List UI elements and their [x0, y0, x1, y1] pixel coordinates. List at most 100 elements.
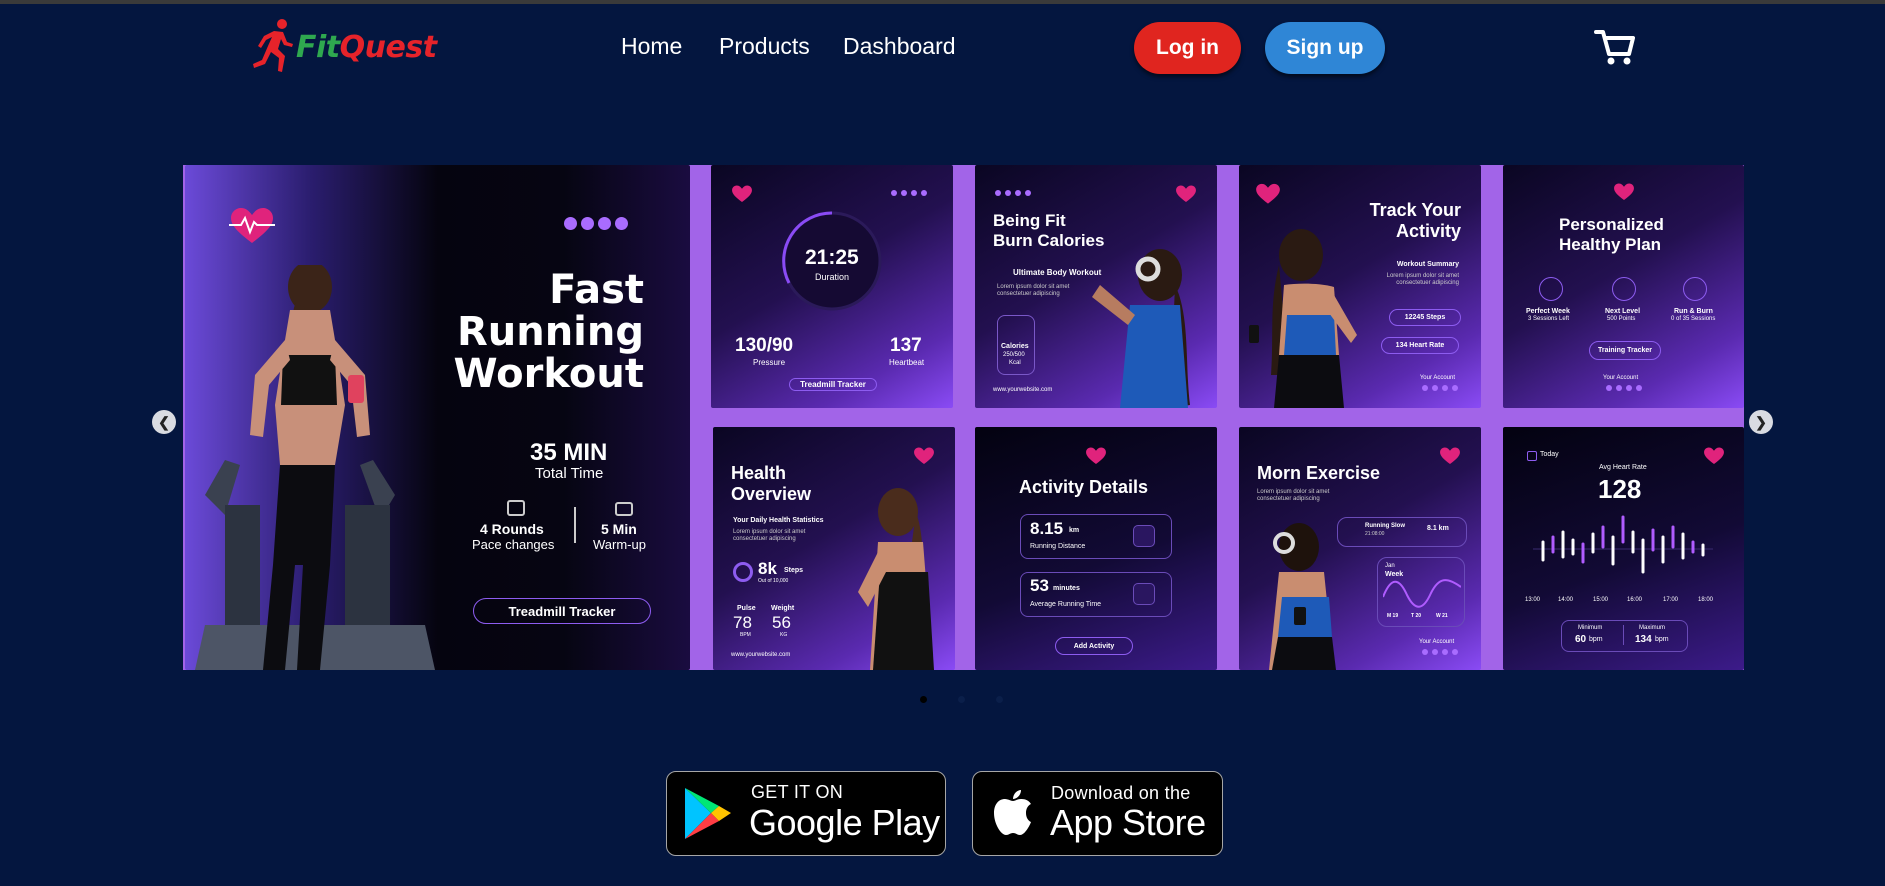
calories-card[interactable]: Being Fit Burn Calories Ultimate Body Wo…: [975, 165, 1217, 408]
plan-title-line2: Healthy Plan: [1559, 235, 1662, 254]
track-heart-pill: 134 Heart Rate: [1381, 337, 1459, 354]
time-tick-2: 14:00: [1558, 597, 1574, 603]
today-label: Today: [1540, 451, 1559, 458]
calories-unit: Kcal: [1009, 360, 1021, 366]
distance-unit: km: [1069, 527, 1080, 534]
track-title-line2: Activity: [1395, 221, 1461, 241]
health-website: www.yourwebsite.com: [731, 652, 791, 658]
health-steps-sub: Out of 10,000: [758, 578, 789, 584]
heart-rate-card[interactable]: Today Avg Heart Rate 128 13:00 14:00 15:…: [1503, 427, 1744, 670]
week-day3: W 21: [1436, 613, 1448, 619]
time-tick-5: 17:00: [1663, 597, 1679, 603]
calories-label: Calories: [1001, 343, 1029, 350]
track-title-line1: Track Your: [1369, 200, 1461, 220]
hero-card[interactable]: Fast Running Workout 35 MIN Total Time 4…: [185, 165, 690, 670]
distance-value: 8.15: [1030, 519, 1064, 538]
heart-icon: [1086, 447, 1106, 465]
health-card[interactable]: Health Overview Your Daily Health Statis…: [713, 427, 955, 670]
apple-icon: [994, 790, 1031, 835]
hero-rounds-value: 4 Rounds: [480, 521, 544, 537]
min-max-divider: [1623, 625, 1624, 645]
health-body-line2: consectetuer adipiscing: [733, 536, 796, 542]
google-play-badge[interactable]: GET IT ON Google Play: [666, 771, 946, 856]
hero-title-line3: Workout: [453, 351, 644, 397]
morn-account: Your Account: [1419, 639, 1455, 645]
carousel-prev-button[interactable]: ❮: [152, 410, 176, 434]
time-tick-1: 13:00: [1525, 597, 1541, 603]
pressure-value: 130/90: [735, 335, 794, 356]
treadmill-icon: [507, 500, 525, 516]
morn-card[interactable]: Morn Exercise Lorem ipsum dolor sit amet…: [1239, 427, 1481, 670]
plan-account: Your Account: [1603, 375, 1639, 381]
track-card[interactable]: Track Your Activity Workout Summary Lore…: [1239, 165, 1481, 408]
track-account: Your Account: [1419, 375, 1455, 381]
run-label: Running Slow: [1365, 523, 1405, 529]
plan-item3-sub: 0 of 35 Sessions: [1671, 316, 1716, 322]
week-day2: T 20: [1411, 613, 1422, 619]
plan-item1-sub: 3 Sessions Left: [1528, 316, 1570, 322]
signup-button[interactable]: Sign up: [1265, 22, 1385, 74]
week-month: Jan: [1385, 563, 1395, 569]
login-button[interactable]: Log in: [1134, 22, 1241, 74]
carousel-dot-3[interactable]: [996, 696, 1003, 703]
athlete-photo: [858, 488, 934, 670]
morn-title: Morn Exercise: [1257, 463, 1381, 483]
cart-icon[interactable]: [1594, 28, 1636, 71]
health-title-line1: Health: [731, 463, 787, 483]
duration-card[interactable]: 21:25 Duration 130/90 Pressure 137 Heart…: [711, 165, 953, 408]
hero-rounds-label: Pace changes: [472, 537, 555, 552]
hero-title-line2: Running: [456, 309, 644, 355]
heart-icon: [1440, 447, 1460, 465]
nav-dashboard-link[interactable]: Dashboard: [843, 33, 956, 60]
heart-icon: [1614, 183, 1634, 201]
hero-warmup-label: Warm-up: [593, 537, 646, 552]
hero-warmup-value: 5 Min: [601, 521, 637, 537]
plan-card[interactable]: Personalized Healthy Plan Perfect Week 3…: [1503, 165, 1744, 408]
morn-body-line1: Lorem ipsum dolor sit amet: [1257, 489, 1330, 495]
carousel-dot-1[interactable]: [920, 696, 927, 703]
brand-logo[interactable]: FitQuest: [252, 18, 437, 76]
app-store-badge[interactable]: Download on the App Store: [972, 771, 1223, 856]
heartbeat-label: Heartbeat: [889, 358, 925, 367]
week-day1: M 19: [1387, 613, 1399, 619]
runner-photo: [195, 265, 435, 670]
duration-treadmill-button[interactable]: Treadmill Tracker: [789, 378, 877, 391]
plan-item2-sub: 500 Points: [1607, 316, 1636, 322]
plan-item3-title: Run & Burn: [1674, 308, 1713, 315]
pulse-unit: BPM: [740, 632, 751, 638]
min-label: Minimum: [1578, 625, 1603, 631]
carousel-dot-2[interactable]: [958, 696, 965, 703]
pressure-label: Pressure: [753, 358, 786, 367]
heartbeat-value: 137: [890, 335, 922, 356]
add-activity-button[interactable]: Add Activity: [1055, 637, 1133, 655]
activity-card[interactable]: Activity Details 8.15 km Running Distanc…: [975, 427, 1217, 670]
runner-badge-icon: [1133, 525, 1155, 547]
calendar-icon: [1539, 277, 1563, 301]
carousel-next-button[interactable]: ❯: [1749, 410, 1773, 434]
time-tick-4: 16:00: [1627, 597, 1643, 603]
social-icons: [1422, 649, 1458, 655]
app-store-small: Download on the: [1051, 783, 1191, 803]
activity-title: Activity Details: [1019, 477, 1149, 497]
heart-icon: [914, 447, 934, 465]
brand-name: FitQuest: [296, 29, 437, 65]
time-label: Average Running Time: [1030, 601, 1102, 608]
distance-label: Running Distance: [1030, 543, 1086, 550]
hero-treadmill-button[interactable]: Treadmill Tracker: [473, 598, 651, 624]
pulse-label: Pulse: [737, 605, 756, 612]
health-body-line1: Lorem ipsum dolor sit amet: [733, 529, 806, 535]
time-unit: minutes: [1053, 585, 1080, 592]
plan-training-button[interactable]: Training Tracker: [1589, 341, 1661, 360]
max-unit: bpm: [1655, 636, 1669, 643]
nav-products-link[interactable]: Products: [719, 33, 810, 60]
nav-home-link[interactable]: Home: [621, 33, 682, 60]
max-label: Maximum: [1639, 625, 1666, 631]
athlete-photo: [1092, 249, 1190, 408]
avg-heart-value: 128: [1598, 474, 1642, 504]
heart-icon: [1704, 447, 1724, 465]
plan-item1-title: Perfect Week: [1526, 308, 1570, 315]
social-icons: [995, 190, 1031, 196]
week-wave: [1383, 579, 1461, 608]
hero-title-line1: Fast: [549, 267, 644, 313]
time-tick-6: 18:00: [1698, 597, 1714, 603]
